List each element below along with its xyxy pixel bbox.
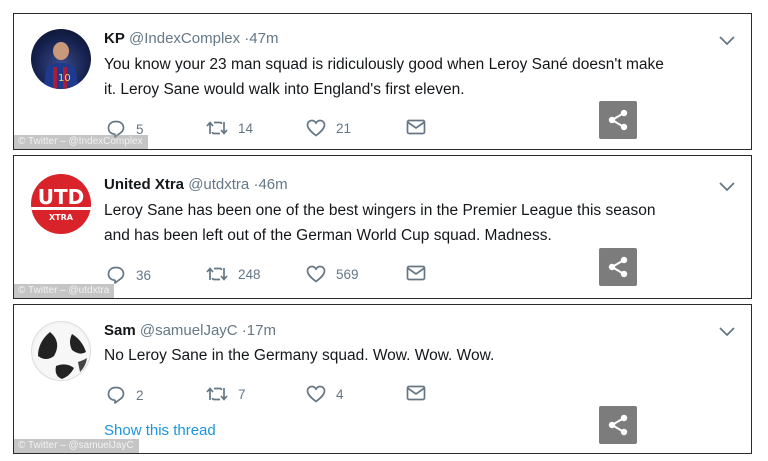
logo-top-text: UTD — [38, 185, 84, 209]
handle[interactable]: @IndexComplex — [129, 30, 240, 47]
like-count: 4 — [336, 386, 344, 402]
like-count: 21 — [336, 120, 352, 136]
share-icon — [608, 109, 628, 131]
tweet-text: Leroy Sane has been one of the best wing… — [104, 198, 734, 248]
display-name[interactable]: Sam — [104, 322, 136, 339]
like-button[interactable]: 4 — [306, 385, 344, 403]
share-button[interactable] — [599, 248, 637, 286]
share-icon — [608, 414, 628, 436]
direct-message-button[interactable] — [406, 265, 426, 281]
tweet-text-line: it. Leroy Sane would walk into England's… — [104, 81, 465, 98]
heart-icon — [306, 265, 326, 283]
retweet-button[interactable]: 14 — [206, 119, 253, 137]
tweet-text: No Leroy Sane in the Germany squad. Wow.… — [104, 343, 734, 368]
timestamp[interactable]: ·17m — [242, 322, 276, 339]
svg-text:10: 10 — [58, 73, 71, 84]
avatar[interactable] — [31, 321, 91, 381]
display-name[interactable]: KP — [104, 30, 125, 47]
reply-icon — [107, 266, 125, 284]
reply-count: 2 — [136, 387, 144, 403]
retweet-count: 14 — [238, 120, 254, 136]
like-button[interactable]: 569 — [306, 265, 359, 283]
tweet-card-3[interactable]: Sam @samuelJayC ·17m No Leroy Sane in th… — [13, 304, 752, 454]
show-thread-link[interactable]: Show this thread — [104, 422, 216, 439]
share-button[interactable] — [599, 101, 637, 139]
envelope-icon — [406, 119, 426, 135]
display-name[interactable]: United Xtra — [104, 176, 184, 193]
chevron-down-icon[interactable] — [719, 36, 735, 46]
share-button[interactable] — [599, 406, 637, 444]
tweet-card-2[interactable]: UTD XTRA United Xtra @utdxtra ·46m Leroy… — [13, 155, 752, 299]
avatar[interactable]: 10 — [31, 29, 91, 89]
player-photo-icon: 10 — [43, 42, 79, 89]
retweet-button[interactable]: 7 — [206, 385, 246, 403]
timestamp[interactable]: ·46m — [253, 176, 287, 193]
retweet-icon — [206, 387, 228, 401]
utd-xtra-logo-icon: UTD XTRA — [31, 185, 91, 222]
retweet-count: 248 — [238, 266, 261, 282]
heart-icon — [306, 119, 326, 137]
timestamp[interactable]: ·47m — [244, 30, 278, 47]
watermark: © Twitter – @samuelJayC — [14, 439, 139, 453]
handle[interactable]: @samuelJayC — [140, 322, 238, 339]
like-button[interactable]: 21 — [306, 119, 351, 137]
direct-message-button[interactable] — [406, 385, 426, 401]
logo-bottom-text: XTRA — [49, 213, 74, 222]
chevron-down-icon[interactable] — [719, 182, 735, 192]
retweet-icon — [206, 267, 228, 281]
chevron-down-icon[interactable] — [719, 327, 735, 337]
tweet-text: You know your 23 man squad is ridiculous… — [104, 52, 734, 102]
football-icon — [34, 324, 90, 380]
handle[interactable]: @utdxtra — [188, 176, 249, 193]
reply-icon — [107, 386, 125, 404]
envelope-icon — [406, 265, 426, 281]
direct-message-button[interactable] — [406, 119, 426, 135]
reply-count: 36 — [136, 267, 152, 283]
heart-icon — [306, 385, 326, 403]
reply-button[interactable]: 36 — [106, 265, 151, 285]
envelope-icon — [406, 385, 426, 401]
watermark: © Twitter – @utdxtra — [14, 284, 115, 298]
reply-button[interactable]: 2 — [106, 385, 144, 405]
retweet-icon — [206, 121, 228, 135]
tweet-text-line: and has been left out of the German Worl… — [104, 227, 552, 244]
retweet-count: 7 — [238, 386, 246, 402]
tweet-text-line: You know your 23 man squad is ridiculous… — [104, 56, 664, 73]
tweet-text-line: Leroy Sane has been one of the best wing… — [104, 202, 656, 219]
tweet-card-1[interactable]: 10 KP @IndexComplex ·47m You know your 2… — [13, 13, 752, 150]
tweet-text-line: No Leroy Sane in the Germany squad. Wow.… — [104, 347, 495, 364]
share-icon — [608, 256, 628, 278]
like-count: 569 — [336, 266, 359, 282]
avatar[interactable]: UTD XTRA — [31, 174, 91, 234]
watermark: © Twitter – @IndexComplex — [14, 135, 148, 149]
retweet-button[interactable]: 248 — [206, 265, 261, 283]
